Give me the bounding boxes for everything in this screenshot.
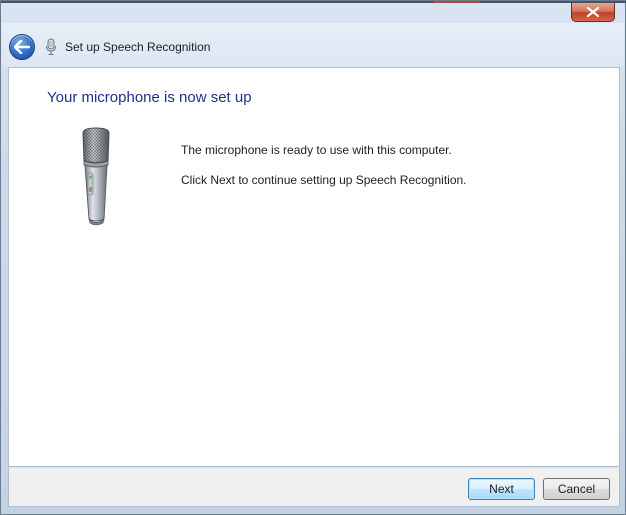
content-panel: Your microphone is now set up The microp… <box>8 67 620 467</box>
page-title: Your microphone is now set up <box>47 89 252 106</box>
back-arrow-icon <box>14 40 30 54</box>
window-title: Set up Speech Recognition <box>65 40 211 54</box>
continue-instruction-message: Click Next to continue setting up Speech… <box>181 173 467 187</box>
next-button[interactable]: Next <box>468 478 535 500</box>
window-top-accent <box>434 1 480 3</box>
window-top-edge <box>1 1 626 3</box>
speech-recognition-window: Set up Speech Recognition Your microphon… <box>0 0 626 515</box>
close-icon <box>587 7 599 17</box>
microphone-ready-message: The microphone is ready to use with this… <box>181 143 452 157</box>
button-bar: Next Cancel <box>8 467 620 507</box>
cancel-button[interactable]: Cancel <box>543 478 610 500</box>
microphone-illustration <box>82 127 110 226</box>
close-button[interactable] <box>571 3 615 22</box>
back-button[interactable] <box>9 34 35 60</box>
microphone-icon <box>46 38 56 55</box>
